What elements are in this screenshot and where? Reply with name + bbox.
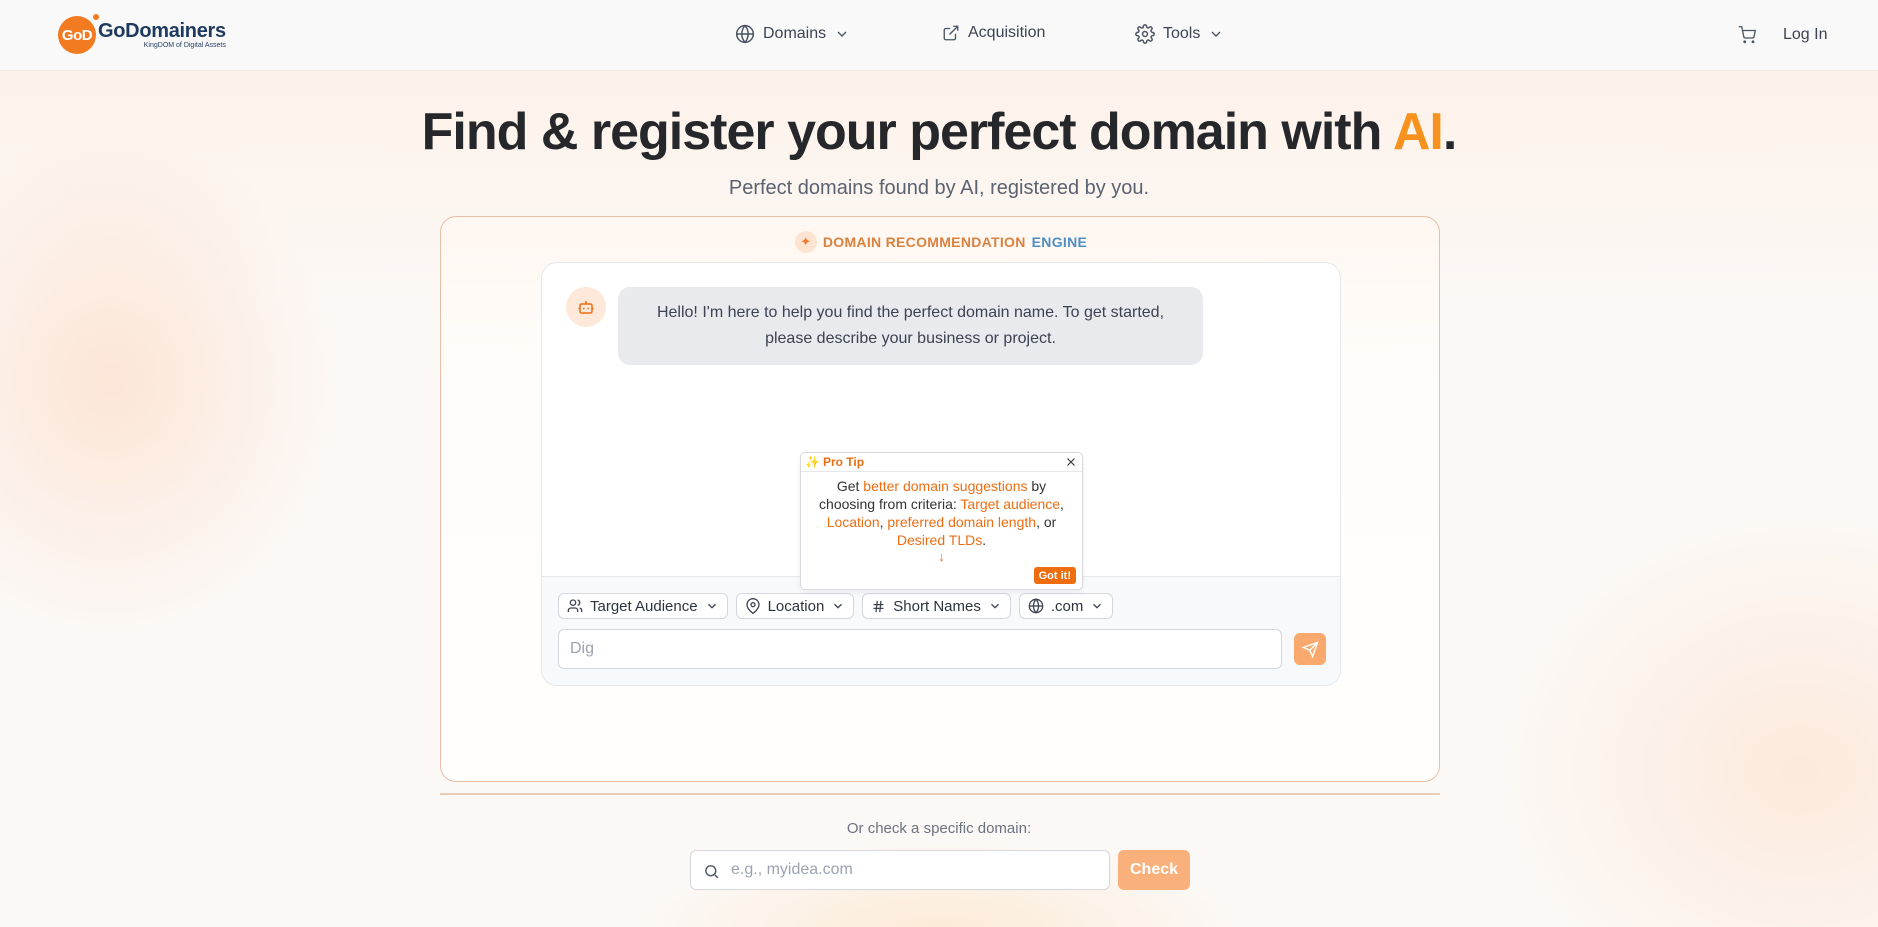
recommendation-engine-card: ✦ DOMAIN RECOMMENDATION ENGINE Hello! I'… [440,216,1440,782]
pro-tip-text: , or [1036,514,1057,530]
map-pin-icon [745,598,760,614]
send-icon [1301,640,1319,658]
chevron-down-icon [837,31,847,37]
engine-label-part1: DOMAIN RECOMMENDATION [822,234,1026,250]
target-audience-label: Target Audience [590,597,698,615]
sparkle-icon: ✦ [794,231,817,253]
criteria-chips: Target Audience Location Short Names .co… [558,593,1114,619]
login-link[interactable]: Log In [1783,26,1827,44]
hero-title-ai: AI [1392,103,1444,161]
check-button[interactable]: Check [1118,850,1190,890]
nav-tools-label: Tools [1163,25,1201,42]
bot-message: Hello! I'm here to help you find the per… [618,287,1203,365]
bot-icon [578,301,594,314]
site-header: GoD GoDomainers KingDOM of Digital Asset… [0,0,1878,71]
send-button[interactable] [1294,633,1326,665]
pro-tip-title: Pro Tip [822,455,865,469]
globe-icon [735,24,755,44]
pro-tip-text: . [982,532,987,548]
engine-label: ✦ DOMAIN RECOMMENDATION ENGINE [441,231,1441,253]
hero-title-prefix: Find & register your perfect domain with [421,103,1393,161]
arrow-down-icon: ↓ [938,549,945,564]
domain-search-field [690,850,1110,890]
cart-button[interactable] [1738,26,1757,49]
pro-tip-highlight: Desired TLDs [896,532,983,548]
pro-tip-text: Get [836,478,864,494]
pro-tip-highlight: Target audience [960,496,1061,512]
location-label: Location [767,597,825,615]
chevron-down-icon [1093,603,1102,609]
tld-label: .com [1050,597,1084,615]
gear-icon [1135,24,1155,44]
pro-tip-header: ✨ Pro Tip [801,453,1082,472]
logo-tagline: KingDOM of Digital Assets [143,42,226,49]
bot-avatar [566,287,606,327]
logo-name: GoDomainers [98,20,226,42]
nav-acquisition[interactable]: Acquisition [942,24,1053,42]
chevron-down-icon [1211,31,1221,37]
pro-tip-popup: ✨ Pro Tip Get better domain suggestions … [800,452,1083,590]
pro-tip-highlight: Location [826,514,880,530]
chevron-down-icon [990,603,999,609]
hero-subtitle: Perfect domains found by AI, registered … [728,177,1150,199]
hash-icon [873,600,884,612]
globe-icon [1028,598,1044,614]
pro-tip-highlight: better domain suggestions [863,478,1028,494]
search-icon [705,865,719,879]
section-divider [440,793,1440,795]
magic-wand-icon: ✨ [805,455,820,469]
chat-composer: Target Audience Location Short Names .co… [542,576,1340,685]
got-it-button[interactable]: Got it! [1033,567,1076,584]
chevron-down-icon [834,603,843,609]
logo-badge: GoD [58,14,99,54]
users-icon [567,599,583,612]
domain-length-label: Short Names [893,597,981,615]
chat-input[interactable] [558,629,1282,669]
external-link-icon [943,25,959,41]
pro-tip-highlight: preferred domain length [887,514,1037,530]
hero-title-suffix: . [1442,103,1457,161]
hero-title: Find & register your perfect domain with… [0,102,1878,162]
close-icon[interactable] [1065,456,1077,468]
chevron-down-icon [707,603,716,609]
logo[interactable]: GoD GoDomainers KingDOM of Digital Asset… [58,14,226,54]
domain-length-dropdown[interactable]: Short Names [862,593,1011,619]
tld-dropdown[interactable]: .com [1018,593,1114,619]
target-audience-dropdown[interactable]: Target Audience [558,593,728,619]
cart-icon [1738,26,1757,44]
domain-check-prompt: Or check a specific domain: [846,820,1032,837]
pro-tip-body: Get better domain suggestions by choosin… [801,472,1082,564]
nav-domains-label: Domains [763,25,827,42]
nav-acquisition-label: Acquisition [968,24,1046,41]
location-dropdown[interactable]: Location [735,593,855,619]
domain-input[interactable] [731,851,1106,889]
engine-label-part2: ENGINE [1031,234,1088,250]
pro-tip-text: , [1060,496,1064,512]
nav-domains[interactable]: Domains [735,24,850,44]
nav-tools[interactable]: Tools [1135,24,1224,44]
chat-box: Hello! I'm here to help you find the per… [541,262,1341,686]
